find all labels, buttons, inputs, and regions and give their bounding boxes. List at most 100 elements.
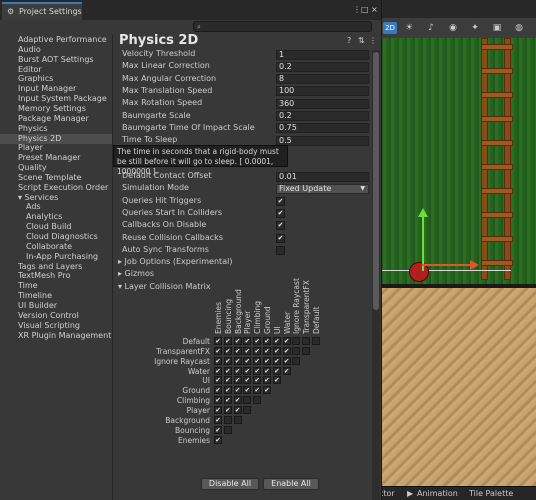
- collision-toggle[interactable]: ✔: [223, 376, 232, 385]
- enable-all-button[interactable]: Enable All: [263, 478, 319, 490]
- collision-toggle[interactable]: ✔: [214, 405, 222, 414]
- scrollbar-thumb[interactable]: [373, 52, 379, 310]
- help-icon[interactable]: ?: [347, 36, 351, 45]
- camera-icon[interactable]: ▣: [491, 22, 503, 34]
- maximize-icon[interactable]: □: [361, 5, 369, 14]
- field-value-input[interactable]: 0.5: [276, 135, 369, 146]
- sidebar-item[interactable]: Adaptive Performance: [0, 35, 112, 45]
- collision-toggle[interactable]: ✔: [233, 386, 242, 395]
- collision-toggle[interactable]: ✔: [214, 425, 222, 434]
- sidebar-item[interactable]: Physics: [0, 124, 112, 134]
- toggle-checkbox[interactable]: ✔: [276, 208, 285, 218]
- collision-toggle[interactable]: ✔: [214, 337, 222, 345]
- toggle-checkbox[interactable]: [276, 245, 285, 255]
- toggle-checkbox[interactable]: ✔: [276, 233, 285, 243]
- collision-toggle[interactable]: [302, 337, 311, 345]
- collision-toggle[interactable]: ✔: [272, 366, 281, 375]
- disable-all-button[interactable]: Disable All: [201, 478, 259, 490]
- sidebar-item[interactable]: Ads: [0, 202, 112, 212]
- collision-toggle[interactable]: ✔: [233, 337, 242, 345]
- collision-toggle[interactable]: ✔: [243, 337, 252, 345]
- kebab-menu-icon[interactable]: ⋮: [369, 36, 377, 45]
- sidebar-item[interactable]: Cloud Build: [0, 222, 112, 232]
- sidebar-item[interactable]: Player: [0, 143, 112, 153]
- sidebar-item[interactable]: Memory Settings: [0, 104, 112, 114]
- sidebar-item[interactable]: Physics 2D: [0, 133, 112, 144]
- close-icon[interactable]: ×: [371, 5, 378, 14]
- sidebar-item[interactable]: Audio: [0, 45, 112, 55]
- collision-toggle[interactable]: ✔: [223, 346, 232, 355]
- sidebar-item[interactable]: Graphics: [0, 74, 112, 84]
- collision-toggle[interactable]: ✔: [263, 376, 271, 385]
- collision-toggle[interactable]: ✔: [223, 366, 232, 375]
- tab-tile-palette[interactable]: Tile Palette: [469, 489, 513, 498]
- collision-toggle[interactable]: ✔: [243, 366, 252, 375]
- tab-animation[interactable]: Animation: [417, 489, 458, 498]
- simulation-mode-dropdown[interactable]: Fixed Update ▼: [276, 183, 369, 194]
- gizmos-icon[interactable]: ◍: [513, 22, 525, 34]
- field-value-input[interactable]: 360: [276, 98, 369, 109]
- sidebar-item[interactable]: ▾ Services: [0, 193, 112, 203]
- scene-view[interactable]: 2D ☀ ♪ ◉ ✦ ▣ ◍ ctor ▶ Animation Tile Pal…: [381, 0, 536, 500]
- collision-toggle[interactable]: [292, 337, 301, 345]
- sidebar-item[interactable]: UI Builder: [0, 301, 112, 311]
- sidebar-item[interactable]: Script Execution Order: [0, 183, 112, 193]
- collision-toggle[interactable]: ✔: [233, 346, 242, 355]
- collision-toggle[interactable]: ✔: [214, 366, 222, 375]
- collision-toggle[interactable]: ✔: [223, 386, 232, 395]
- collision-toggle[interactable]: [292, 346, 301, 355]
- collision-toggle[interactable]: ✔: [253, 346, 262, 355]
- collision-toggle[interactable]: ✔: [253, 356, 262, 365]
- lighting-icon[interactable]: ☀: [403, 22, 415, 34]
- collision-toggle[interactable]: ✔: [233, 396, 242, 405]
- collision-toggle[interactable]: ✔: [253, 337, 262, 345]
- collision-toggle[interactable]: ✔: [243, 376, 252, 385]
- collision-toggle[interactable]: ✔: [272, 356, 281, 365]
- field-value-input[interactable]: 0.01: [276, 171, 369, 182]
- collision-toggle[interactable]: ✔: [223, 405, 232, 414]
- collision-toggle[interactable]: ✔: [214, 386, 222, 395]
- collision-toggle[interactable]: ✔: [214, 356, 222, 365]
- field-value-input[interactable]: 0.75: [276, 123, 369, 134]
- collision-toggle[interactable]: [312, 337, 320, 345]
- visibility-icon[interactable]: ◉: [447, 22, 459, 34]
- sidebar-item[interactable]: Tags and Layers: [0, 262, 112, 272]
- sidebar-item[interactable]: Cloud Diagnostics: [0, 232, 112, 242]
- sidebar-item[interactable]: Timeline: [0, 291, 112, 301]
- collision-toggle[interactable]: ✔: [272, 337, 281, 345]
- sidebar-item[interactable]: TextMesh Pro: [0, 271, 112, 281]
- sidebar-item[interactable]: Package Manager: [0, 114, 112, 124]
- collision-toggle[interactable]: [233, 415, 242, 424]
- collision-toggle[interactable]: [243, 396, 252, 405]
- toggle-checkbox[interactable]: ✔: [276, 221, 285, 231]
- collision-toggle[interactable]: ✔: [214, 435, 222, 444]
- collision-toggle[interactable]: ✔: [214, 376, 222, 385]
- collision-toggle[interactable]: ✔: [243, 346, 252, 355]
- sidebar-item[interactable]: Input Manager: [0, 84, 112, 94]
- move-gizmo-y-axis[interactable]: [422, 215, 424, 271]
- audio-icon[interactable]: ♪: [425, 22, 437, 34]
- sidebar-item[interactable]: Collaborate: [0, 242, 112, 252]
- collision-toggle[interactable]: ✔: [253, 376, 262, 385]
- sidebar-item[interactable]: Analytics: [0, 212, 112, 222]
- collision-toggle[interactable]: ✔: [263, 356, 271, 365]
- field-value-input[interactable]: 0.2: [276, 61, 369, 72]
- collision-toggle[interactable]: ✔: [272, 376, 281, 385]
- collision-toggle[interactable]: ✔: [233, 376, 242, 385]
- field-value-input[interactable]: 8: [276, 74, 369, 85]
- field-value-input[interactable]: 0.2: [276, 111, 369, 121]
- sidebar-item[interactable]: Version Control: [0, 311, 112, 321]
- sidebar-item[interactable]: Scene Template: [0, 173, 112, 183]
- preset-icon[interactable]: ⇅: [358, 36, 365, 45]
- collision-toggle[interactable]: ✔: [233, 366, 242, 375]
- kebab-menu-icon[interactable]: ⋮: [353, 5, 361, 14]
- collision-toggle[interactable]: [223, 425, 232, 434]
- sidebar-item[interactable]: Burst AOT Settings: [0, 55, 112, 65]
- collision-toggle[interactable]: ✔: [223, 396, 232, 405]
- collision-toggle[interactable]: ✔: [243, 386, 252, 395]
- collision-toggle[interactable]: [223, 415, 232, 424]
- sidebar-item[interactable]: XR Plugin Management: [0, 331, 112, 341]
- tab-project-settings[interactable]: ⚙ Project Settings: [2, 2, 82, 20]
- collision-toggle[interactable]: ✔: [233, 405, 242, 414]
- toggle-checkbox[interactable]: ✔: [276, 196, 285, 206]
